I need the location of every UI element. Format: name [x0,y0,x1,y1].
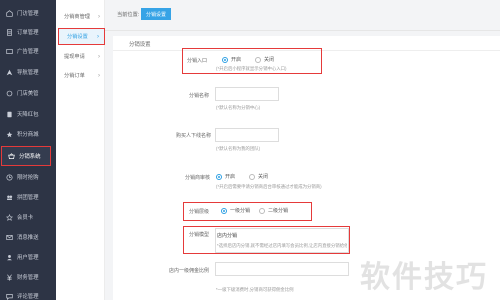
clock-icon [5,173,13,181]
distribution-name-input[interactable] [215,87,279,101]
entry-label: 分销入口 [187,58,208,64]
sidebar-item-label: 门访管理 [17,11,39,17]
watermark: 软件技巧 [360,260,488,295]
comment-icon [5,292,13,300]
sidebar-item-navigation[interactable]: 导航管理 [0,62,56,82]
subnav-item-withdraw-requests[interactable]: 提现申请 › [56,48,105,65]
order-icon [5,28,13,36]
sidebar-item-label: 限时抢购 [17,175,39,181]
radio-unchecked-icon [255,56,261,63]
radio-label: 关闭 [264,57,275,63]
commission-label: 店内一级佣金比例 [169,268,210,274]
subnav-item-distribution-settings[interactable]: 分销设置 › [58,28,105,45]
commission-input[interactable] [215,262,349,276]
radio-label: 开启 [225,174,236,180]
chevron-right-icon: › [98,13,100,20]
sidebar-item-label: 拼团管理 [17,195,39,201]
sidebar-item-label: 天降红包 [17,112,39,118]
sidebar-item-red-packet[interactable]: 天降红包 [0,104,56,124]
mode-value: 店内分销 [217,233,238,239]
sidebar-item-label: 广告管理 [17,49,39,55]
radio-label: 开启 [231,57,242,63]
store-icon [5,89,13,97]
sidebar-item-store[interactable]: 门店美管 [0,83,56,103]
shop-icon [5,9,13,17]
mode-label: 分销模型 [189,232,210,238]
entry-off-radio[interactable]: 关闭 [255,56,274,63]
level-label: 分销层级 [189,209,210,215]
review-hint: (*开启后需要申请分销商后台审核通过才能成为分销商) [216,184,322,189]
navigation-icon [5,68,13,76]
sub-navigation: 分销商管理 › 分销设置 › 提现申请 › 分销订单 › [56,0,105,300]
sidebar-item-label: 用户管理 [17,255,39,261]
message-icon [5,233,13,241]
review-off-radio[interactable]: 关闭 [249,173,268,180]
level-two-radio[interactable]: 二级分销 [259,207,288,214]
sidebar-item-label: 导航管理 [17,70,39,76]
sidebar-item-flash-sale[interactable]: 限时抢购 [0,167,56,187]
sidebar-item-label: 会员卡 [17,215,34,221]
radio-checked-icon [216,173,222,180]
sidebar-item-finance[interactable]: 财务管理 [0,267,56,287]
lower-name-label: 购买人下线名称 [176,133,212,139]
sidebar-item-label: 分销系统 [19,154,41,160]
level-one-radio[interactable]: 一级分销 [221,207,250,214]
subnav-item-label: 分销设置 [67,34,88,40]
breadcrumb-current[interactable]: 分销设置 [141,8,171,20]
ad-icon [5,47,13,55]
sidebar-item-member-card[interactable]: 会员卡 [0,207,56,227]
group-buy-icon [5,193,13,201]
mode-hint: *选择后店内分销,就不需经过店内填写会员比例,让店内直接分销给他们的收益 [217,243,347,248]
sidebar-item-ads[interactable]: 广告管理 [0,41,56,61]
member-card-icon [5,213,13,221]
review-label: 分销商审核 [185,175,211,181]
radio-label: 二级分销 [268,208,289,214]
lower-name-input[interactable] [215,128,279,142]
radio-label: 关闭 [258,174,269,180]
sidebar-item-label: 订单管理 [17,30,39,36]
radio-unchecked-icon [259,207,265,214]
lower-name-hint: (*默认名称为我的团队) [216,146,261,151]
sidebar-item-label: 评论管理 [17,294,39,300]
distribution-icon [7,152,15,160]
chevron-right-icon: › [98,53,100,60]
sidebar-item-label: 门店美管 [17,91,39,97]
subnav-item-label: 分销订单 [64,73,85,79]
radio-label: 一级分销 [230,208,251,214]
points-mall-icon [5,130,13,138]
sidebar-item-shop[interactable]: 门访管理 [0,3,56,23]
entry-hint: (*开启后小程序就显示分销中心入口) [216,66,287,71]
name-label: 分销名称 [189,93,210,99]
entry-on-radio[interactable]: 开启 [222,56,241,63]
sidebar-item-comments[interactable]: 评论管理 [0,286,56,300]
name-hint: (*默认名称为分销中心) [216,105,261,110]
radio-checked-icon [221,207,227,214]
breadcrumb-label: 当前位置: [117,12,140,18]
red-packet-icon [5,110,13,118]
sidebar-item-distribution[interactable]: 分销系统 [1,146,51,166]
user-icon [5,253,13,261]
finance-icon [5,273,13,281]
radio-checked-icon [222,56,228,63]
breadcrumb: 当前位置: 分销设置 [105,0,500,31]
sidebar-item-label: 消息推送 [17,235,39,241]
subnav-item-label: 分销商管理 [64,14,90,20]
sidebar: 门访管理 订单管理 广告管理 导航管理 门店美管 天降红包 积分商城 分销系统 … [0,0,56,300]
radio-unchecked-icon [249,173,255,180]
review-on-radio[interactable]: 开启 [216,173,235,180]
subnav-item-distributor-manage[interactable]: 分销商管理 › [56,8,105,25]
sidebar-item-orders[interactable]: 订单管理 [0,22,56,42]
sidebar-item-users[interactable]: 用户管理 [0,247,56,267]
panel-title: 分销设置 [129,42,151,48]
commission-hint: *一级下级消费时,分销商可获得佣金比例 [216,287,294,292]
subnav-item-distribution-orders[interactable]: 分销订单 › [56,67,105,84]
sidebar-item-label: 财务管理 [17,275,39,281]
subnav-item-label: 提现申请 [64,54,85,60]
chevron-right-icon: › [97,33,99,40]
chevron-right-icon: › [98,72,100,79]
sidebar-item-points-mall[interactable]: 积分商城 [0,124,56,144]
sidebar-item-label: 积分商城 [17,132,39,138]
sidebar-item-group-buy[interactable]: 拼团管理 [0,187,56,207]
sidebar-item-messages[interactable]: 消息推送 [0,227,56,247]
